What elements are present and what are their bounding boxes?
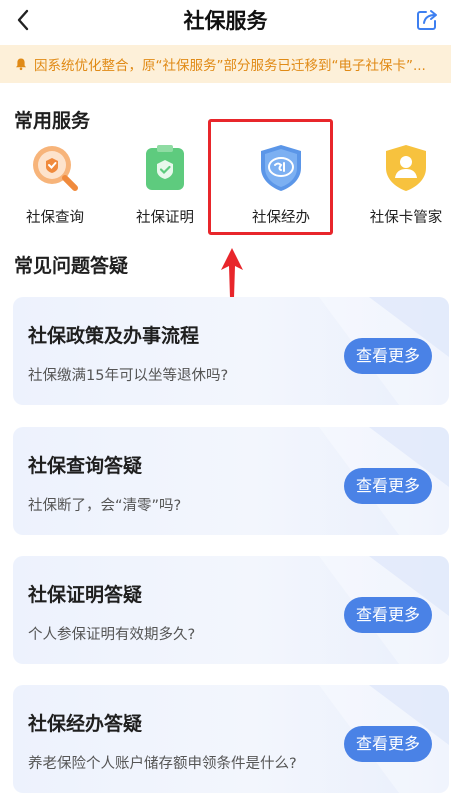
view-more-button[interactable]: 查看更多 [344,597,432,633]
faq-title: 常见问题答疑 [14,255,129,277]
faq-card[interactable]: 社保查询答疑 社保断了，会“清零”吗? 查看更多 [13,427,449,535]
service-social-security-card-manager[interactable]: 社保卡管家 [351,138,451,230]
share-button[interactable] [413,6,441,34]
notice-text: 因系统优化整合，原“社保服务”部分服务已迁移到“电子社保卡”... [34,58,426,74]
user-shield-icon [386,145,426,191]
clipboard-check-icon [146,145,184,190]
share-icon [417,10,437,30]
bell-icon [16,58,26,71]
service-label: 社保查询 [26,210,84,226]
faq-card-subtitle[interactable]: 社保断了，会“清零”吗? [28,494,181,515]
service-label: 社保证明 [136,210,194,226]
faq-card-title: 社保政策及办事流程 [28,325,200,347]
page: 社保服务 因系统优化整合，原“社保服务”部分服务已迁移到“电子社保卡”... 常… [0,0,451,796]
highlight-annotation-box [208,119,333,235]
view-more-button[interactable]: 查看更多 [344,338,432,374]
service-label: 社保卡管家 [369,210,443,226]
faq-card-subtitle[interactable]: 社保缴满15年可以坐等退休吗? [28,364,228,385]
faq-card-title: 社保证明答疑 [28,584,143,606]
service-social-security-certificate[interactable]: 社保证明 [110,138,220,230]
page-title: 社保服务 [183,9,268,33]
nav-bar: 社保服务 [0,0,451,40]
faq-card-subtitle[interactable]: 养老保险个人账户储存额申领条件是什么? [28,752,297,773]
faq-card[interactable]: 社保经办答疑 养老保险个人账户储存额申领条件是什么? 查看更多 [13,685,449,793]
view-more-button[interactable]: 查看更多 [344,468,432,504]
search-magnifier-icon [33,146,78,191]
common-services-title: 常用服务 [14,110,91,132]
faq-card[interactable]: 社保证明答疑 个人参保证明有效期多久? 查看更多 [13,556,449,664]
service-social-security-query[interactable]: 社保查询 [0,138,110,230]
faq-card-title: 社保经办答疑 [28,713,143,735]
faq-card-title: 社保查询答疑 [28,455,143,477]
notice-banner[interactable]: 因系统优化整合，原“社保服务”部分服务已迁移到“电子社保卡”... [0,45,451,83]
faq-card[interactable]: 社保政策及办事流程 社保缴满15年可以坐等退休吗? 查看更多 [13,297,449,405]
faq-card-subtitle[interactable]: 个人参保证明有效期多久? [28,623,195,644]
view-more-button[interactable]: 查看更多 [344,726,432,762]
